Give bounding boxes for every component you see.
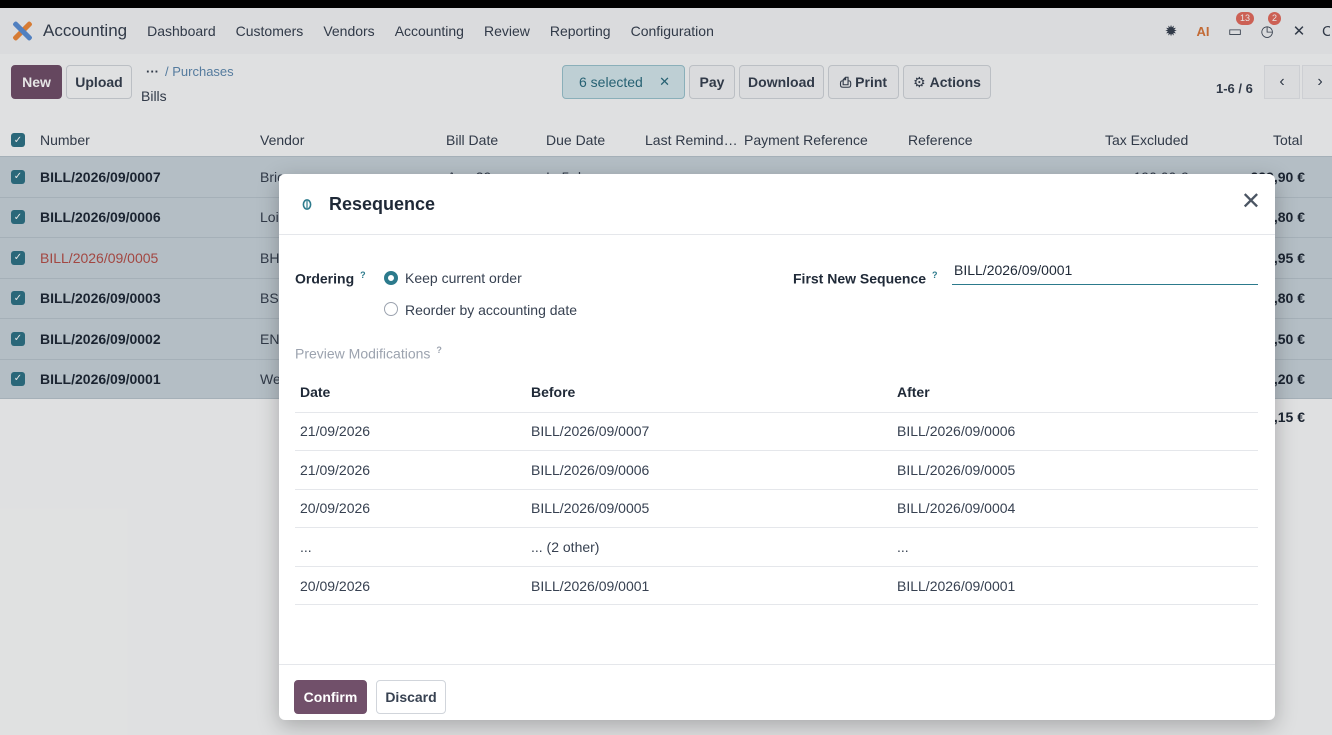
discard-button[interactable]: Discard [376, 680, 446, 714]
option-reorder-by-date[interactable]: Reorder by accounting date [405, 302, 577, 318]
preview-col-after: After [892, 372, 1258, 413]
preview-row: ... ... (2 other) ... [295, 527, 1258, 567]
preview-date: 21/09/2026 [295, 450, 526, 490]
preview-col-before: Before [526, 372, 892, 413]
help-icon[interactable]: ? [360, 270, 366, 280]
preview-row: 21/09/2026 BILL/2026/09/0006 BILL/2026/0… [295, 450, 1258, 490]
preview-date: 20/09/2026 [295, 566, 526, 606]
option-keep-current-order[interactable]: Keep current order [405, 270, 522, 286]
preview-after: BILL/2026/09/0006 [892, 412, 1258, 452]
help-icon[interactable]: ? [436, 345, 442, 355]
preview-date: 21/09/2026 [295, 412, 526, 452]
preview-after: BILL/2026/09/0001 [892, 566, 1258, 606]
app-screen: Accounting Dashboard Customers Vendors A… [0, 8, 1332, 735]
preview-after: BILL/2026/09/0004 [892, 489, 1258, 529]
preview-header-row: Date Before After [295, 372, 1258, 413]
preview-date: 20/09/2026 [295, 489, 526, 529]
close-icon[interactable]: ✕ [1241, 190, 1261, 214]
preview-date: ... [295, 527, 526, 567]
preview-before: BILL/2026/09/0007 [526, 412, 892, 452]
modal-header: Resequence ✕ [279, 174, 1275, 235]
preview-section-title: Preview Modifications? [295, 345, 442, 362]
radio-reorder-by-date[interactable] [384, 302, 398, 316]
resequence-dialog: Resequence ✕ Ordering? Keep current orde… [279, 174, 1275, 720]
ordering-label: Ordering? [295, 270, 366, 287]
radio-keep-current-order[interactable] [384, 271, 398, 285]
preview-col-date: Date [295, 372, 526, 413]
preview-before: BILL/2026/09/0006 [526, 450, 892, 490]
confirm-button[interactable]: Confirm [294, 680, 367, 714]
preview-row: 20/09/2026 BILL/2026/09/0001 BILL/2026/0… [295, 566, 1258, 606]
preview-after: ... [892, 527, 1258, 567]
preview-before: ... (2 other) [526, 527, 892, 567]
help-icon[interactable]: ? [932, 270, 938, 280]
preview-row: 21/09/2026 BILL/2026/09/0007 BILL/2026/0… [295, 412, 1258, 452]
preview-before: BILL/2026/09/0005 [526, 489, 892, 529]
modal-title: Resequence [329, 194, 436, 214]
first-sequence-label: First New Sequence? [793, 270, 938, 287]
preview-table: Date Before After 21/09/2026 BILL/2026/0… [295, 372, 1258, 606]
preview-before: BILL/2026/09/0001 [526, 566, 892, 606]
preview-row: 20/09/2026 BILL/2026/09/0005 BILL/2026/0… [295, 489, 1258, 529]
preview-after: BILL/2026/09/0005 [892, 450, 1258, 490]
debug-bug-icon[interactable] [300, 197, 314, 211]
first-new-sequence-input[interactable]: BILL/2026/09/0001 [952, 259, 1258, 285]
modal-footer: Confirm Discard [279, 664, 1275, 720]
